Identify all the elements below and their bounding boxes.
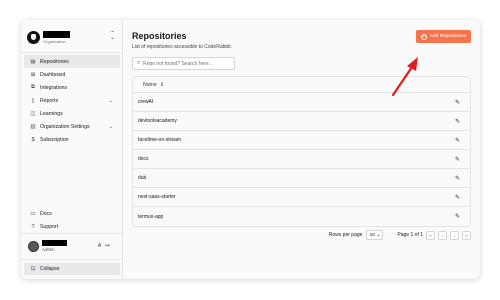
edit-icon[interactable]: ✎ — [455, 99, 460, 106]
org-switcher[interactable]: Organization ⌃ ⌄ — [25, 26, 119, 48]
sidebar-item-label: Subscription — [40, 136, 69, 143]
divider — [21, 233, 123, 234]
sidebar-item-subscription[interactable]: $ Subscription — [24, 133, 120, 146]
user-name-redacted — [42, 240, 67, 246]
edit-icon[interactable]: ✎ — [455, 118, 460, 125]
repo-icon: ▤ — [30, 58, 36, 65]
user-card[interactable]: Admin A↦ — [24, 236, 120, 256]
sidebar-item-docs[interactable]: ▭ Docs — [24, 207, 120, 220]
docs-icon: ▭ — [30, 210, 36, 217]
pagination: Rows per page 10 ⌄ Page 1 of 1 « ‹ › » — [132, 229, 471, 241]
table-row[interactable]: facetime-on-stream ✎ — [133, 131, 470, 150]
rows-per-page-value: 10 — [369, 232, 375, 238]
sidebar-item-label: Support — [40, 223, 59, 230]
last-page-button[interactable]: » — [462, 230, 471, 240]
user-role: Admin — [42, 247, 55, 252]
next-page-button[interactable]: › — [450, 230, 459, 240]
add-repositories-label: Add Repositories — [429, 34, 467, 39]
book-icon: ◫ — [30, 110, 36, 117]
edit-icon[interactable]: ✎ — [455, 194, 460, 201]
sort-icon: ⇕ — [159, 81, 165, 88]
edit-icon[interactable]: ✎ — [455, 156, 460, 163]
sidebar-item-dashboard[interactable]: ⊞ Dashboard — [24, 68, 120, 81]
avatar — [28, 240, 39, 252]
puzzle-icon: ⧉ — [31, 84, 35, 90]
sidebar-collapse-icon: ⊡ — [30, 266, 36, 272]
table-row[interactable]: devtoolsacademy ✎ — [133, 112, 470, 131]
rows-per-page-label: Rows per page — [328, 232, 363, 238]
dashboard-icon: ⊞ — [30, 71, 36, 78]
main-content: Repositories List of repositories access… — [124, 20, 480, 279]
sidebar: Organization ⌃ ⌄ ▤ Repositories ⊞ Dashboa… — [21, 20, 123, 279]
help-icon: ? — [31, 223, 35, 230]
sidebar-item-label: Integrations — [40, 84, 68, 91]
collapse-label: Collapse — [40, 266, 60, 272]
logout-icon[interactable]: ↦ — [105, 243, 114, 249]
plus-circle-icon: + — [420, 33, 427, 40]
sidebar-item-label: Repositories — [40, 58, 69, 65]
page-info: Page 1 of 1 — [397, 232, 423, 238]
search-box: ⌕ — [132, 57, 235, 70]
repo-name: docs — [138, 156, 149, 162]
sidebar-item-repositories[interactable]: ▤ Repositories — [24, 55, 120, 68]
prev-page-button[interactable]: ‹ — [438, 230, 447, 240]
table-header[interactable]: Name ⇕ — [133, 77, 470, 93]
sidebar-item-organization-settings[interactable]: ▥ Organization Settings ⌄ — [24, 120, 120, 133]
sidebar-item-integrations[interactable]: ⧉ Integrations — [24, 81, 120, 94]
github-logo-icon — [27, 30, 40, 44]
chevron-down-icon: ⌄ — [376, 232, 381, 238]
edit-icon[interactable]: ✎ — [455, 213, 460, 220]
table-row[interactable]: dub ✎ — [133, 169, 470, 188]
page-title: Repositories — [132, 31, 187, 41]
sidebar-item-label: Organization Settings — [40, 123, 90, 130]
edit-icon[interactable]: ✎ — [455, 175, 460, 182]
org-subtitle: Organization — [43, 38, 66, 44]
repo-name: devtoolsacademy — [138, 118, 177, 124]
page-subtitle: List of repositories accessible to CodeR… — [132, 44, 233, 50]
sidebar-item-support[interactable]: ? Support — [24, 220, 120, 233]
chevron-up-down-icon: ⌃ ⌄ — [109, 31, 115, 41]
table-row[interactable]: termux-app ✎ — [133, 207, 470, 226]
sidebar-item-label: Reports — [40, 97, 59, 104]
divider — [21, 52, 123, 53]
sidebar-item-reports[interactable]: ▯ Reports ⌄ — [24, 94, 120, 107]
building-icon: ▥ — [30, 123, 36, 130]
repo-name: termux-app — [138, 213, 164, 220]
app-window: Organization ⌃ ⌄ ▤ Repositories ⊞ Dashboa… — [21, 20, 480, 279]
table-row[interactable]: crewAI ✎ — [133, 93, 470, 112]
sidebar-nav: ▤ Repositories ⊞ Dashboard ⧉ Integration… — [24, 55, 120, 146]
sidebar-item-label: Docs — [40, 210, 52, 217]
chevron-down-icon: ⌄ — [108, 123, 113, 130]
edit-icon[interactable]: ✎ — [455, 137, 460, 144]
dollar-icon: $ — [31, 136, 35, 143]
org-name-redacted — [43, 30, 70, 38]
chevron-down-icon: ⌄ — [108, 97, 113, 104]
collapse-button[interactable]: ⊡ Collapse — [24, 263, 120, 275]
repo-name: facetime-on-stream — [138, 137, 182, 143]
sidebar-item-learnings[interactable]: ◫ Learnings — [24, 107, 120, 120]
repo-name: next-saas-starter — [138, 194, 176, 200]
repo-name: dub — [138, 175, 147, 181]
sidebar-item-label: Learnings — [40, 110, 63, 117]
sidebar-item-label: Dashboard — [40, 71, 66, 78]
table-row[interactable]: next-saas-starter ✎ — [133, 188, 470, 207]
divider — [21, 259, 123, 260]
search-input[interactable] — [143, 60, 232, 67]
column-name-header: Name — [143, 81, 157, 88]
search-icon: ⌕ — [137, 60, 141, 66]
add-repositories-button[interactable]: + Add Repositories — [416, 30, 471, 43]
repo-name: crewAI — [138, 99, 154, 105]
sidebar-bottom-nav: ▭ Docs ? Support — [24, 207, 120, 233]
report-icon: ▯ — [31, 97, 35, 104]
rows-per-page-select[interactable]: 10 ⌄ — [366, 230, 384, 240]
table-row[interactable]: docs ✎ — [133, 150, 470, 169]
first-page-button[interactable]: « — [426, 230, 435, 240]
repositories-table: Name ⇕ crewAI ✎ devtoolsacademy ✎ faceti… — [132, 76, 471, 227]
